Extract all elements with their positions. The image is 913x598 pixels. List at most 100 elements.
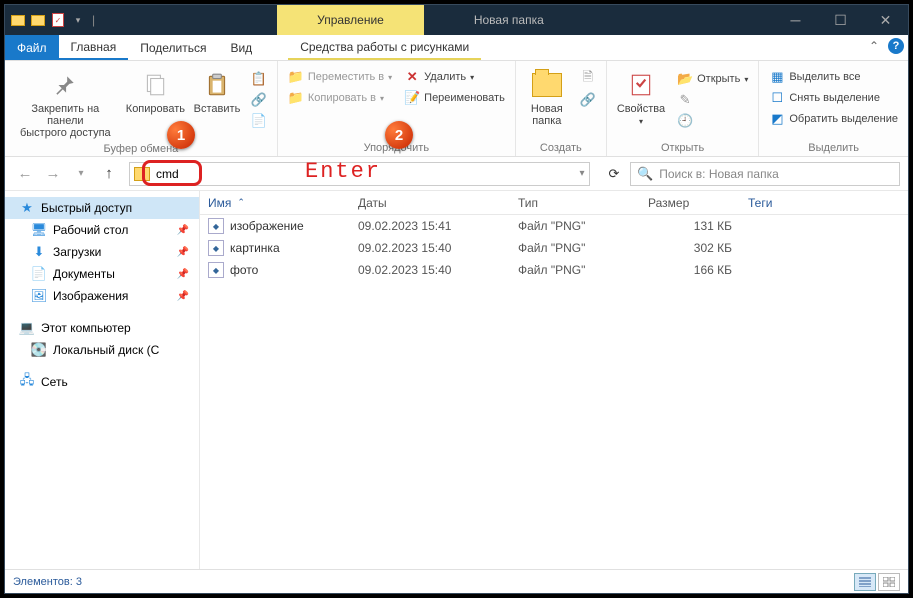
nav-recent-dropdown[interactable]: ▾ (69, 162, 93, 186)
search-icon: 🔍 (637, 166, 653, 182)
new-item-icon[interactable]: 🗎 (576, 69, 600, 89)
search-placeholder: Поиск в: Новая папка (659, 167, 779, 181)
ribbon-group-open: Свойства ▾ 📂Открыть▾ ✎ 🕘 Открыть (607, 61, 760, 156)
tab-file[interactable]: Файл (5, 35, 59, 60)
select-all-icon: ▦ (769, 69, 785, 85)
properties-icon[interactable]: ✓ (49, 11, 67, 29)
file-rows: ◆изображение 09.02.2023 15:41 Файл "PNG"… (200, 215, 908, 569)
content-area: ★ Быстрый доступ 🖥Рабочий стол📌 ⬇Загрузк… (5, 191, 908, 569)
quick-access-toolbar: ✓ ▾ | (5, 11, 102, 29)
sidebar-item-quick-access[interactable]: ★ Быстрый доступ (5, 197, 199, 219)
ribbon-tabs: Файл Главная Поделиться Вид Средства раб… (5, 35, 908, 61)
new-group-label: Создать (522, 140, 600, 156)
nav-forward-button[interactable]: → (41, 162, 65, 186)
pin-icon: 📌 (175, 222, 191, 238)
search-input[interactable]: 🔍 Поиск в: Новая папка (630, 162, 900, 186)
contextual-tab-label: Управление (277, 5, 424, 35)
paste-icon (201, 69, 233, 101)
copy-button[interactable]: Копировать (124, 67, 187, 117)
new-folder-icon (531, 69, 563, 101)
rename-button[interactable]: 📝Переименовать (400, 88, 509, 108)
select-none-button[interactable]: ☐Снять выделение (765, 88, 902, 108)
minimize-button[interactable]: ─ (773, 5, 818, 35)
move-to-button[interactable]: 📁Переместить в▾ (284, 67, 396, 87)
sidebar-item-desktop[interactable]: 🖥Рабочий стол📌 (5, 219, 199, 241)
new-folder-button[interactable]: Новая папка (522, 67, 572, 129)
window-title: Новая папка (474, 13, 544, 27)
pin-icon: 📌 (175, 244, 191, 260)
maximize-button[interactable]: ☐ (818, 5, 863, 35)
sidebar-item-this-pc[interactable]: 💻Этот компьютер (5, 317, 199, 339)
pin-icon (49, 69, 81, 101)
png-file-icon: ◆ (208, 262, 224, 278)
address-text: cmd (156, 167, 179, 181)
tab-share[interactable]: Поделиться (128, 35, 218, 60)
desktop-icon: 🖥 (31, 222, 47, 238)
select-all-button[interactable]: ▦Выделить все (765, 67, 902, 87)
tab-picture-tools[interactable]: Средства работы с рисунками (288, 35, 481, 60)
tab-home[interactable]: Главная (59, 35, 129, 60)
nav-up-button[interactable]: ↑ (97, 162, 121, 186)
copy-to-icon: 📁 (288, 90, 304, 106)
easy-access-icon[interactable]: 🔗 (576, 90, 600, 110)
png-file-icon: ◆ (208, 218, 224, 234)
file-row[interactable]: ◆картинка 09.02.2023 15:40 Файл "PNG" 30… (200, 237, 908, 259)
ribbon-group-new: Новая папка 🗎 🔗 Создать (516, 61, 607, 156)
pin-button[interactable]: Закрепить на панели быстрого доступа (11, 67, 120, 141)
nav-dropdown-icon[interactable]: ▾ (570, 162, 594, 186)
sidebar-item-local-disk[interactable]: 💽Локальный диск (C (5, 339, 199, 361)
refresh-button[interactable]: ⟳ (602, 162, 626, 186)
view-thumbnails-button[interactable] (878, 573, 900, 591)
column-tags[interactable]: Теги (740, 196, 820, 210)
file-list-pane: Имя⌃ Даты Тип Размер Теги ◆изображение 0… (200, 191, 908, 569)
help-icon[interactable]: ? (888, 38, 904, 54)
collapse-ribbon-icon[interactable]: ⌃ (864, 37, 884, 55)
delete-icon: ✕ (404, 69, 420, 85)
delete-button[interactable]: ✕Удалить▾ (400, 67, 509, 87)
address-input[interactable]: cmd (129, 162, 590, 186)
select-group-label: Выделить (765, 140, 902, 156)
close-button[interactable]: ✕ (863, 5, 908, 35)
copy-icon (139, 69, 171, 101)
history-icon: 🕘 (673, 111, 752, 131)
column-size[interactable]: Размер (640, 196, 740, 210)
view-details-button[interactable] (854, 573, 876, 591)
documents-icon: 📄 (31, 266, 47, 282)
pc-icon: 💻 (19, 320, 35, 336)
column-headers: Имя⌃ Даты Тип Размер Теги (200, 191, 908, 215)
clipboard-group-label: Буфер обмена (11, 141, 271, 157)
navigation-pane: ★ Быстрый доступ 🖥Рабочий стол📌 ⬇Загрузк… (5, 191, 200, 569)
open-button[interactable]: 📂Открыть▾ (673, 69, 752, 89)
qat-dropdown-icon[interactable]: ▾ (69, 11, 87, 29)
paste-label: Вставить (194, 103, 241, 115)
pin-icon: 📌 (175, 288, 191, 304)
sidebar-item-downloads[interactable]: ⬇Загрузки📌 (5, 241, 199, 263)
sidebar-item-pictures[interactable]: 🖼Изображения📌 (5, 285, 199, 307)
properties-button[interactable]: Свойства ▾ (613, 67, 669, 128)
invert-selection-button[interactable]: ◩Обратить выделение (765, 109, 902, 129)
status-bar: Элементов: 3 (5, 569, 908, 593)
disk-icon: 💽 (31, 342, 47, 358)
tab-view[interactable]: Вид (218, 35, 264, 60)
move-to-icon: 📁 (288, 69, 304, 85)
network-icon: 🖧 (19, 374, 35, 390)
new-folder-label: Новая папка (531, 103, 563, 127)
column-date[interactable]: Даты (350, 196, 510, 210)
file-row[interactable]: ◆изображение 09.02.2023 15:41 Файл "PNG"… (200, 215, 908, 237)
copy-to-button[interactable]: 📁Копировать в▾ (284, 88, 396, 108)
folder-icon (29, 11, 47, 29)
ribbon-group-select: ▦Выделить все ☐Снять выделение ◩Обратить… (759, 61, 908, 156)
callout-2: 2 (385, 121, 413, 149)
png-file-icon: ◆ (208, 240, 224, 256)
column-name[interactable]: Имя⌃ (200, 196, 350, 210)
ribbon: 1 2 Закрепить на панели быстрого доступа… (5, 61, 908, 157)
sidebar-item-documents[interactable]: 📄Документы📌 (5, 263, 199, 285)
star-icon: ★ (19, 200, 35, 216)
column-type[interactable]: Тип (510, 196, 640, 210)
nav-back-button[interactable]: ← (13, 162, 37, 186)
paste-button[interactable]: Вставить (191, 67, 243, 117)
downloads-icon: ⬇ (31, 244, 47, 260)
pin-label: Закрепить на панели быстрого доступа (15, 103, 116, 139)
file-row[interactable]: ◆фото 09.02.2023 15:40 Файл "PNG" 166 КБ (200, 259, 908, 281)
sidebar-item-network[interactable]: 🖧Сеть (5, 371, 199, 393)
